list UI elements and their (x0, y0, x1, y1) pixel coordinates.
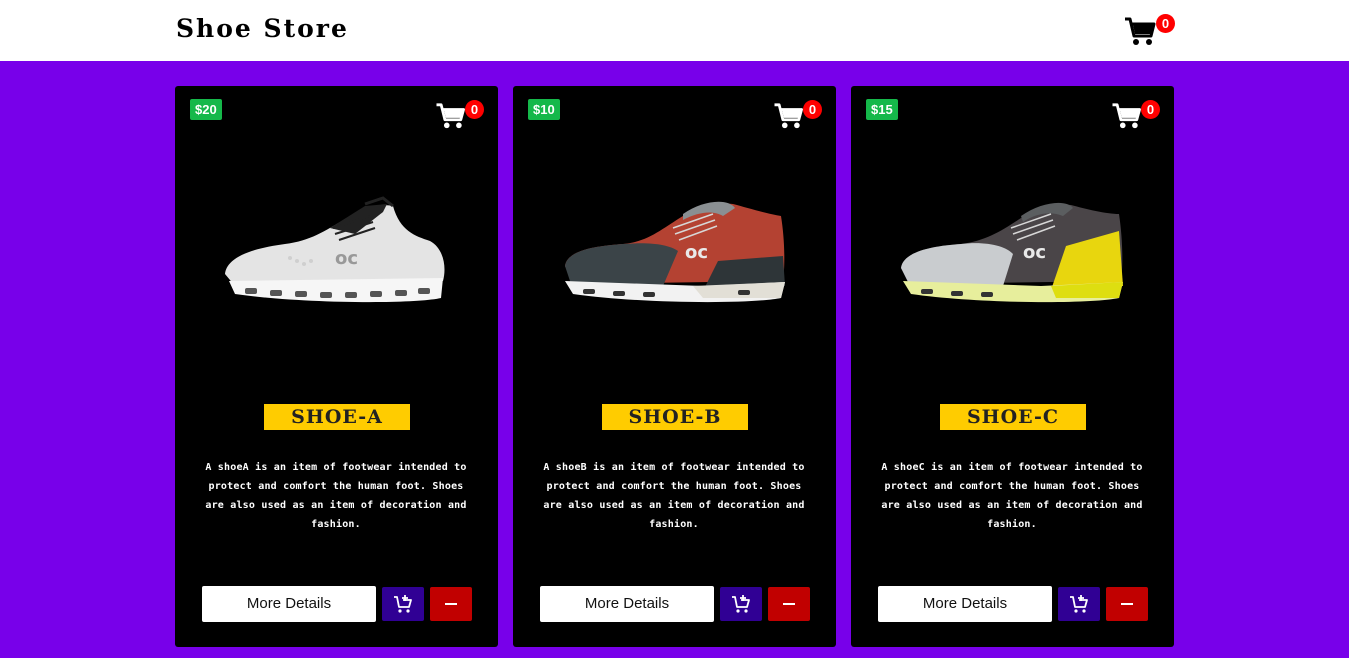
more-details-button[interactable]: More Details (540, 586, 714, 622)
add-to-cart-icon (1070, 595, 1088, 613)
add-to-cart-button[interactable] (720, 587, 762, 621)
add-to-cart-icon (732, 595, 750, 613)
add-to-cart-button[interactable] (1058, 587, 1100, 621)
remove-from-cart-button[interactable] (430, 587, 472, 621)
cart-icon (436, 103, 465, 129)
shoe-image: oc (565, 201, 785, 303)
shoe-image: oc (901, 202, 1123, 303)
cart-icon (1112, 103, 1141, 129)
shoe-image: oc (225, 196, 445, 303)
add-to-cart-icon (394, 595, 412, 613)
minus-icon (783, 603, 795, 605)
product-name: SHOE-A (264, 404, 410, 430)
product-card: $10 0 oc SHOE-B A shoeB is an item of fo… (513, 86, 836, 647)
more-details-button[interactable]: More Details (202, 586, 376, 622)
card-cart-count-badge: 0 (803, 100, 822, 119)
cart-icon (774, 103, 803, 129)
cart-count-badge: 0 (1156, 14, 1175, 33)
minus-icon (1121, 603, 1133, 605)
product-card: $20 0 oc SHOE-A A shoeA is an item of fo… (175, 86, 498, 647)
remove-from-cart-button[interactable] (768, 587, 810, 621)
add-to-cart-button[interactable] (382, 587, 424, 621)
minus-icon (445, 603, 457, 605)
cart-icon[interactable] (1124, 15, 1156, 47)
product-description: A shoeB is an item of footwear intended … (543, 462, 805, 530)
remove-from-cart-button[interactable] (1106, 587, 1148, 621)
brand-title[interactable]: Shoe Store (176, 14, 349, 43)
more-details-button[interactable]: More Details (878, 586, 1052, 622)
card-cart-count-badge: 0 (465, 100, 484, 119)
product-name: SHOE-C (940, 404, 1086, 430)
price-badge: $20 (190, 99, 222, 120)
price-badge: $15 (866, 99, 898, 120)
product-description: A shoeC is an item of footwear intended … (881, 462, 1143, 530)
svg-text:oc: oc (685, 242, 708, 263)
navbar: Shoe Store 0 (0, 0, 1349, 61)
svg-text:oc: oc (1023, 242, 1046, 263)
product-description: A shoeA is an item of footwear intended … (205, 462, 467, 530)
card-cart-count-badge: 0 (1141, 100, 1160, 119)
product-card: $15 0 oc SHOE-C A shoeC is an item of fo… (851, 86, 1174, 647)
svg-text:oc: oc (335, 248, 358, 269)
price-badge: $10 (528, 99, 560, 120)
product-name: SHOE-B (602, 404, 748, 430)
